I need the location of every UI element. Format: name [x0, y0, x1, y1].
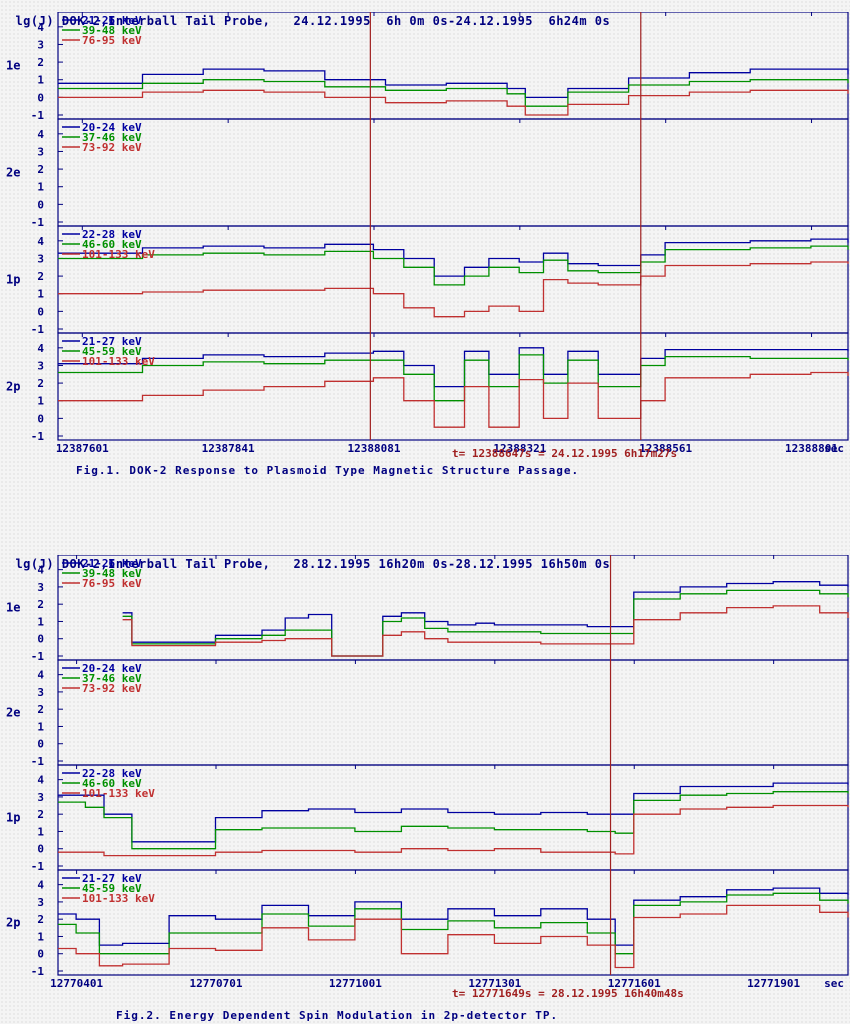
y-tick-label: 1: [37, 74, 44, 87]
y-tick-label: 4: [37, 235, 44, 248]
x-tick-label: 12770701: [190, 977, 243, 990]
fig2-1p-series-1: [58, 782, 849, 843]
legend-entry: 76-95 keV: [82, 34, 142, 47]
fig1-2p-series-3: [58, 371, 849, 428]
fig2-caption: Fig.2. Energy Dependent Spin Modulation …: [116, 1009, 559, 1022]
y-tick-label: 2: [37, 913, 44, 926]
fig1-caption: Fig.1. DOK-2 Response to Plasmoid Type M…: [76, 464, 580, 477]
y-tick-label: 0: [37, 738, 44, 751]
x-tick-label: 12771001: [329, 977, 382, 990]
fig2-1e-series-1: [122, 581, 849, 657]
y-tick-label: 4: [37, 774, 44, 787]
y-tick-label: -1: [31, 430, 45, 443]
fig2-cursor-readout: t= 12771649s = 28.12.1995 16h40m48s: [452, 987, 684, 1000]
y-tick-label: 3: [37, 686, 44, 699]
y-tick-label: -1: [31, 216, 45, 229]
y-tick-label: 4: [37, 21, 44, 34]
fig1-panel-label-2p: 2p: [6, 380, 20, 394]
y-tick-label: 2: [37, 598, 44, 611]
y-tick-label: 3: [37, 252, 44, 265]
y-tick-label: -1: [31, 650, 45, 663]
legend-entry: 101-133 keV: [82, 355, 155, 368]
y-tick-label: 4: [37, 564, 44, 577]
y-tick-label: 3: [37, 145, 44, 158]
y-tick-label: 1: [37, 395, 44, 408]
legend-entry: 73-92 keV: [82, 682, 142, 695]
fig1-1p-series-3: [58, 261, 849, 318]
y-tick-label: 2: [37, 163, 44, 176]
y-tick-label: -1: [31, 755, 45, 768]
x-tick-label: 12387601: [56, 442, 109, 455]
y-tick-label: 0: [37, 305, 44, 318]
y-tick-label: 0: [37, 412, 44, 425]
y-tick-label: 3: [37, 896, 44, 909]
y-tick-label: 4: [37, 342, 44, 355]
x-tick-label: 12771901: [747, 977, 800, 990]
fig1-1e-series-3: [58, 89, 849, 116]
fig1-2p-series-1: [58, 347, 849, 388]
y-tick-label: 1: [37, 181, 44, 194]
fig2-x-unit: sec: [824, 977, 844, 990]
y-tick-label: 1: [37, 615, 44, 628]
y-tick-label: 2: [37, 808, 44, 821]
y-tick-label: 3: [37, 38, 44, 51]
y-tick-label: 4: [37, 669, 44, 682]
y-tick-label: 0: [37, 198, 44, 211]
y-tick-label: 2: [37, 270, 44, 283]
y-tick-label: 1: [37, 720, 44, 733]
legend-entry: 101-133 keV: [82, 787, 155, 800]
y-tick-label: 4: [37, 128, 44, 141]
y-tick-label: 1: [37, 825, 44, 838]
legend-entry: 101-133 keV: [82, 892, 155, 905]
y-tick-label: 0: [37, 633, 44, 646]
legend-entry: 76-95 keV: [82, 577, 142, 590]
fig1-chart: -1012341e21-26 keV39-48 keV76-95 keV-101…: [6, 12, 849, 460]
y-tick-label: -1: [31, 109, 45, 122]
fig1-1p-series-1: [58, 238, 849, 277]
legend-entry: 101-133 keV: [82, 248, 155, 261]
fig2-2p-series-3: [58, 904, 849, 969]
fig1-x-unit: sec: [824, 442, 844, 455]
y-tick-label: 3: [37, 359, 44, 372]
y-tick-label: -1: [31, 965, 45, 978]
fig1-panel-2e-frame: [57, 118, 849, 227]
y-tick-label: 0: [37, 91, 44, 104]
fig2-panel-2e-frame: [57, 659, 849, 766]
y-tick-label: 2: [37, 703, 44, 716]
fig1-cursor-readout: t= 12388647s = 24.12.1995 6h17m27s: [452, 447, 677, 460]
x-tick-label: 12388081: [348, 442, 401, 455]
legend-entry: 73-92 keV: [82, 141, 142, 154]
y-tick-label: 0: [37, 843, 44, 856]
x-tick-label: 12770401: [50, 977, 103, 990]
fig2-chart: -1012341e21-26 keV39-48 keV76-95 keV-101…: [6, 555, 849, 1000]
fig2-1p-series-2: [58, 791, 849, 850]
y-tick-label: 0: [37, 948, 44, 961]
y-tick-label: -1: [31, 860, 45, 873]
fig2-panel-label-1p: 1p: [6, 811, 20, 825]
y-tick-label: 3: [37, 581, 44, 594]
y-tick-label: -1: [31, 323, 45, 336]
fig2-panel-2p-frame: [57, 869, 849, 976]
fig1-panel-1e-frame: [57, 12, 849, 120]
y-tick-label: 1: [37, 288, 44, 301]
y-tick-label: 1: [37, 930, 44, 943]
fig2-panel-label-2e: 2e: [6, 706, 20, 720]
fig1-panel-label-2e: 2e: [6, 166, 20, 180]
fig1-panel-label-1p: 1p: [6, 273, 20, 287]
fig2-2p-series-1: [58, 887, 849, 946]
fig1-panel-label-1e: 1e: [6, 59, 20, 73]
y-tick-label: 4: [37, 879, 44, 892]
y-tick-label: 2: [37, 56, 44, 69]
y-tick-label: 3: [37, 791, 44, 804]
fig2-panel-label-1e: 1e: [6, 601, 20, 615]
fig2-panel-label-2p: 2p: [6, 916, 20, 930]
y-tick-label: 2: [37, 377, 44, 390]
fig2-panel-1p-frame: [57, 764, 849, 871]
fig2-1e-series-3: [122, 605, 849, 657]
x-tick-label: 12387841: [202, 442, 255, 455]
fig2-2p-series-2: [58, 892, 849, 955]
